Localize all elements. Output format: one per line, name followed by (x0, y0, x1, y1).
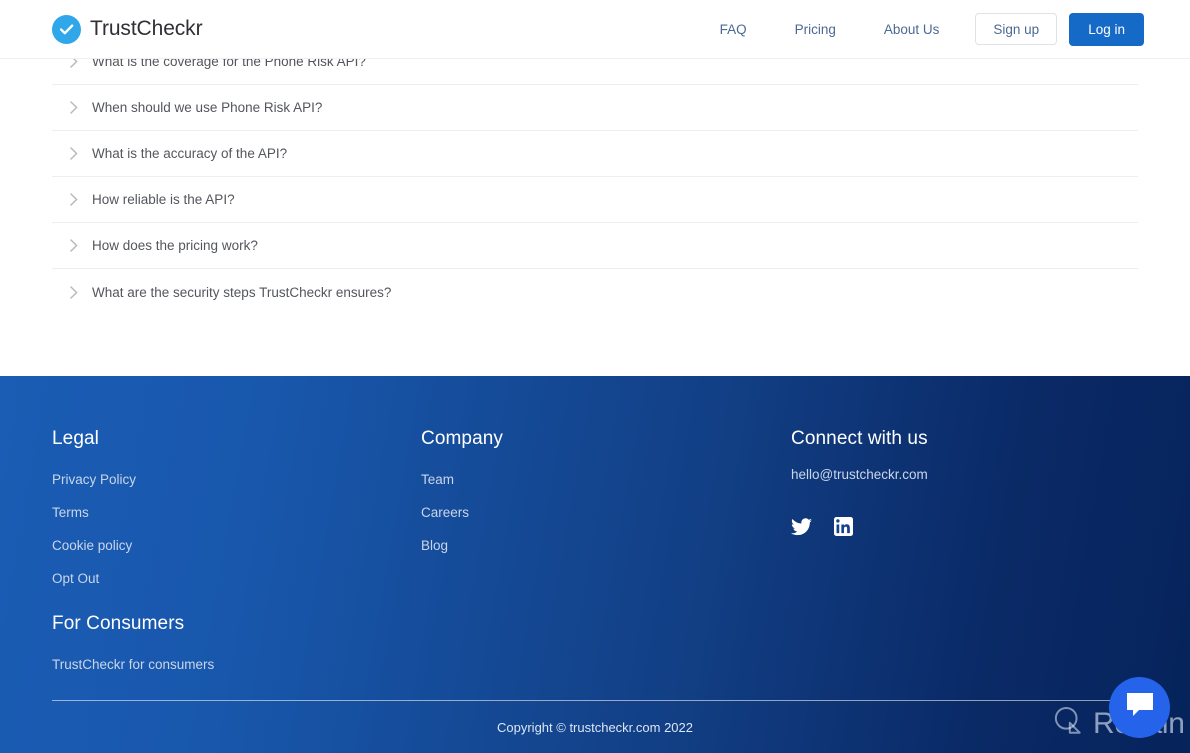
log-in-button[interactable]: Log in (1069, 12, 1144, 46)
footer-link-terms[interactable]: Terms (52, 505, 214, 520)
footer-link-team[interactable]: Team (421, 472, 503, 487)
footer-consumers-title: For Consumers (52, 613, 185, 634)
faq-item[interactable]: What is the accuracy of the API? (52, 131, 1138, 177)
footer-column-connect: Connect with us hello@trustcheckr.com (791, 428, 928, 536)
sign-up-button[interactable]: Sign up (975, 13, 1058, 45)
site-footer: Legal Privacy Policy Terms Cookie policy… (0, 376, 1190, 753)
twitter-icon[interactable] (791, 517, 812, 536)
footer-link-cookie-policy[interactable]: Cookie policy (52, 538, 214, 553)
chevron-right-icon (70, 147, 92, 160)
footer-link-trustcheckr-for-consumers[interactable]: TrustCheckr for consumers (52, 657, 214, 672)
faq-item[interactable]: When should we use Phone Risk API? (52, 85, 1138, 131)
nav-link-faq[interactable]: FAQ (696, 22, 771, 37)
faq-question: When should we use Phone Risk API? (92, 100, 323, 115)
chevron-right-icon (70, 285, 92, 299)
faq-question: What are the security steps TrustCheckr … (92, 284, 392, 300)
faq-item[interactable]: What is the coverage for the Phone Risk … (52, 59, 1138, 85)
main-nav: FAQ Pricing About Us Sign up Log in (696, 12, 1144, 46)
faq-section: What is the coverage for the Phone Risk … (0, 59, 1190, 376)
brand-name: TrustCheckr (90, 17, 203, 40)
chevron-right-icon (70, 193, 92, 206)
footer-link-careers[interactable]: Careers (421, 505, 503, 520)
footer-column-company: Company Team Careers Blog (421, 428, 503, 571)
faq-item[interactable]: What are the security steps TrustCheckr … (52, 269, 1138, 315)
brand-logo[interactable]: TrustCheckr (52, 14, 203, 44)
social-links (791, 517, 928, 536)
linkedin-icon[interactable] (834, 517, 853, 536)
footer-column-legal: Legal Privacy Policy Terms Cookie policy… (52, 428, 214, 690)
chevron-right-icon (70, 101, 92, 114)
footer-divider (52, 700, 1138, 701)
footer-link-privacy-policy[interactable]: Privacy Policy (52, 472, 214, 487)
faq-question: What is the coverage for the Phone Risk … (92, 59, 366, 69)
faq-item[interactable]: How does the pricing work? (52, 223, 1138, 269)
chat-widget-button[interactable] (1109, 677, 1170, 738)
nav-link-about-us[interactable]: About Us (860, 22, 964, 37)
faq-question: What is the accuracy of the API? (92, 146, 288, 161)
footer-contact-email[interactable]: hello@trustcheckr.com (791, 467, 928, 482)
faq-item[interactable]: How reliable is the API? (52, 177, 1138, 223)
footer-copyright: Copyright © trustcheckr.com 2022 (497, 720, 693, 735)
nav-link-pricing[interactable]: Pricing (771, 22, 860, 37)
faq-question: How reliable is the API? (92, 192, 235, 207)
footer-legal-title: Legal (52, 428, 99, 449)
footer-company-title: Company (421, 428, 504, 449)
faq-question: How does the pricing work? (92, 238, 258, 253)
site-header: TrustCheckr FAQ Pricing About Us Sign up… (0, 0, 1190, 59)
chat-bubble-icon (1125, 691, 1155, 724)
footer-link-opt-out[interactable]: Opt Out (52, 571, 214, 586)
footer-connect-title: Connect with us (791, 428, 928, 449)
check-circle-icon (52, 14, 81, 44)
chevron-right-icon (70, 59, 92, 68)
footer-link-blog[interactable]: Blog (421, 538, 503, 553)
chevron-right-icon (70, 239, 92, 252)
faq-accordion: What is the coverage for the Phone Risk … (52, 59, 1138, 315)
